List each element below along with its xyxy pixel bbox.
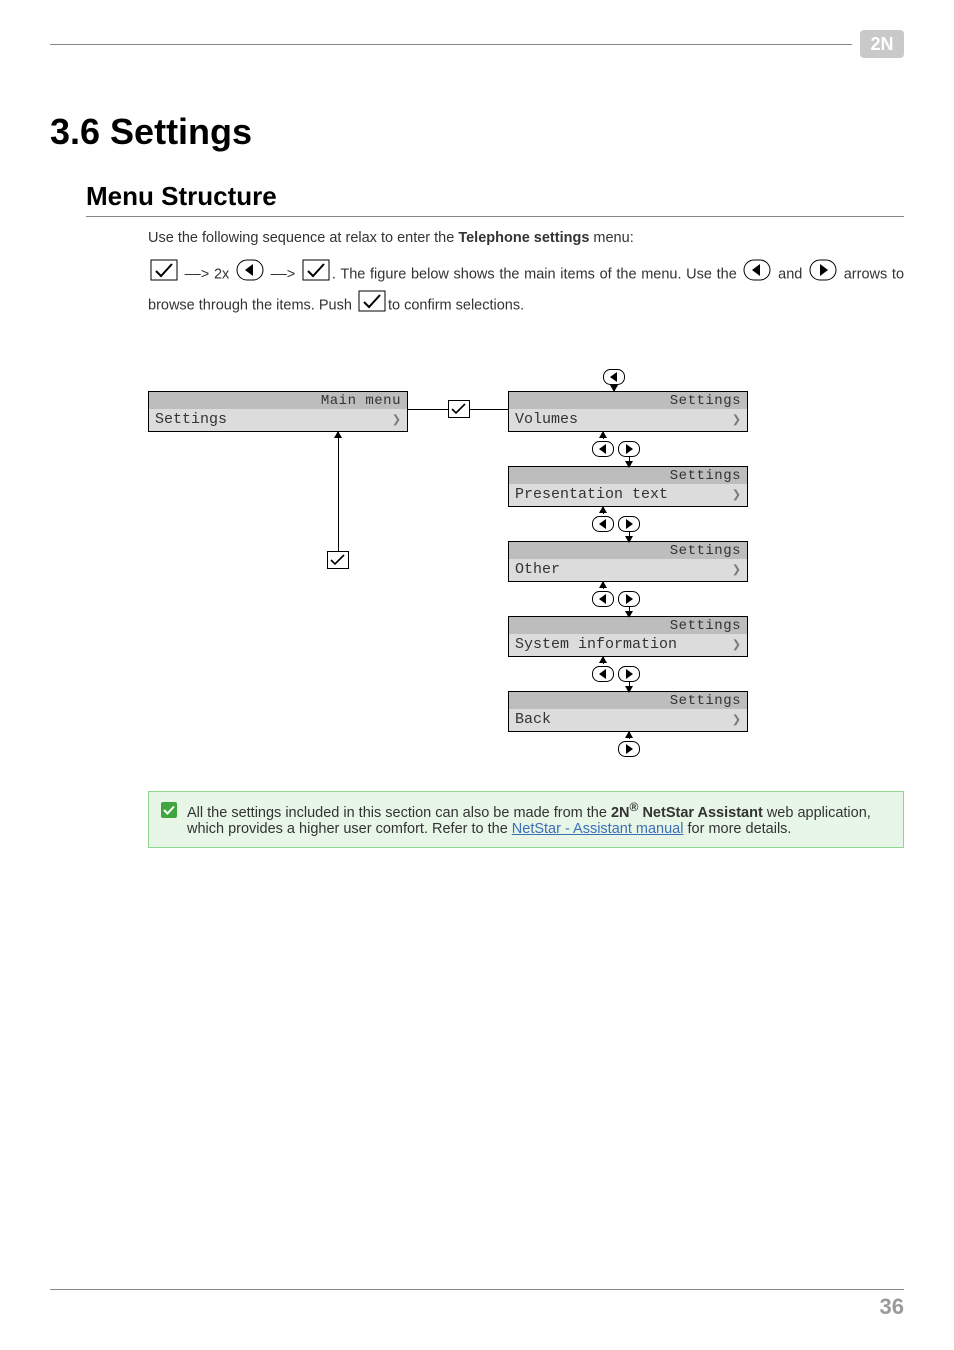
- chevron-right-icon: ❯: [392, 410, 401, 429]
- check-badge-icon: [161, 802, 177, 837]
- menu-row-label: Volumes: [515, 411, 578, 428]
- left-arrow-icon: [592, 516, 614, 537]
- chevron-right-icon: ❯: [732, 710, 741, 729]
- menu-box-sysinfo: Settings System information ❯: [508, 616, 748, 657]
- page-number: 36: [50, 1294, 904, 1320]
- menu-header: Main menu: [149, 392, 407, 409]
- para2-text-b: and: [773, 266, 807, 282]
- chevron-right-icon: ❯: [732, 485, 741, 504]
- intro-paragraph: Use the following sequence at relax to e…: [148, 227, 904, 251]
- brand-logo-text: 2N: [870, 34, 893, 54]
- menu-row: Volumes ❯: [509, 409, 747, 431]
- note-text: All the settings included in this sectio…: [187, 800, 891, 837]
- menu-row: Back ❯: [509, 709, 747, 731]
- intro-text-pre: Use the following sequence at relax to e…: [148, 230, 458, 246]
- menu-header: Settings: [509, 692, 747, 709]
- check-icon: [302, 259, 330, 290]
- chevron-right-icon: ❯: [732, 410, 741, 429]
- menu-row-label: Other: [515, 561, 560, 578]
- menu-row: Settings ❯: [149, 409, 407, 431]
- left-arrow-icon: [592, 591, 614, 612]
- seq-text-2: ––>: [266, 266, 300, 282]
- intro-text-bold: Telephone settings: [458, 230, 589, 246]
- menu-row: System information ❯: [509, 634, 747, 656]
- right-arrow-icon: [809, 259, 837, 290]
- brand-logo: 2N: [860, 30, 904, 63]
- chevron-right-icon: ❯: [732, 560, 741, 579]
- note-post: for more details.: [683, 821, 791, 837]
- header-rule: [50, 44, 852, 45]
- chevron-right-icon: ❯: [732, 635, 741, 654]
- note-brand: 2N: [611, 805, 630, 821]
- left-arrow-icon: [743, 259, 771, 290]
- subtitle-rule: [86, 216, 904, 217]
- menu-row-label: Presentation text: [515, 486, 668, 503]
- sequence-paragraph: ––> 2x ––> . The figure below shows the …: [148, 259, 904, 321]
- menu-box-main: Main menu Settings ❯: [148, 391, 408, 432]
- left-arrow-icon: [236, 259, 264, 290]
- check-icon: [448, 400, 470, 423]
- footer-rule: [50, 1289, 904, 1290]
- info-note: All the settings included in this sectio…: [148, 791, 904, 848]
- menu-box-back: Settings Back ❯: [508, 691, 748, 732]
- check-icon: [327, 551, 349, 574]
- menu-row-label: Back: [515, 711, 551, 728]
- menu-box-volumes: Settings Volumes ❯: [508, 391, 748, 432]
- check-icon: [358, 290, 386, 321]
- para2-text-d: to confirm selections.: [388, 297, 524, 313]
- menu-row-label: System information: [515, 636, 677, 653]
- para2-text-a: . The figure below shows the main items …: [332, 266, 742, 282]
- menu-row: Presentation text ❯: [509, 484, 747, 506]
- note-product: NetStar Assistant: [638, 805, 762, 821]
- manual-link[interactable]: NetStar - Assistant manual: [512, 821, 684, 837]
- menu-box-other: Settings Other ❯: [508, 541, 748, 582]
- right-arrow-icon: [618, 741, 640, 762]
- section-subtitle: Menu Structure: [86, 181, 904, 212]
- left-arrow-icon: [592, 666, 614, 687]
- page-title: 3.6 Settings: [50, 111, 904, 153]
- menu-header: Settings: [509, 617, 747, 634]
- menu-header: Settings: [509, 392, 747, 409]
- menu-row: Other ❯: [509, 559, 747, 581]
- check-icon: [150, 259, 178, 290]
- menu-box-presentation: Settings Presentation text ❯: [508, 466, 748, 507]
- menu-header: Settings: [509, 542, 747, 559]
- left-arrow-icon: [592, 441, 614, 462]
- note-pre: All the settings included in this sectio…: [187, 805, 611, 821]
- menu-structure-figure: Main menu Settings ❯ Settings Volumes ❯ …: [148, 351, 868, 771]
- intro-text-post: menu:: [589, 230, 633, 246]
- menu-row-label: Settings: [155, 411, 227, 428]
- seq-text-1: ––> 2x: [180, 266, 234, 282]
- menu-header: Settings: [509, 467, 747, 484]
